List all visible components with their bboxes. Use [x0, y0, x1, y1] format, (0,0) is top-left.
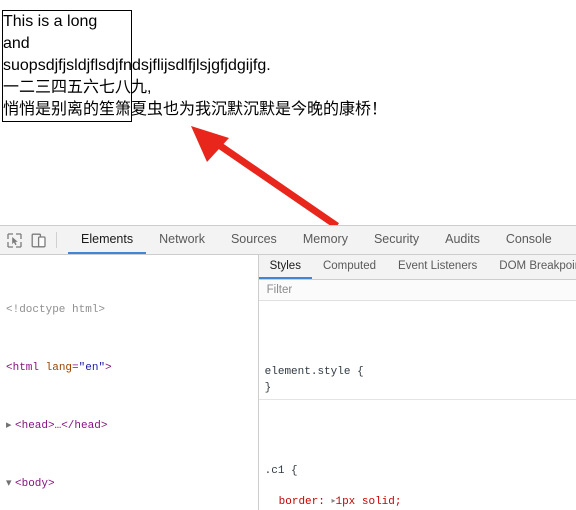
- rendered-page-viewport: This is a long and suopsdjfjsldjflsdjfnd…: [0, 0, 576, 229]
- css-selector[interactable]: .c1: [265, 465, 285, 477]
- html-attr-value: "en": [78, 361, 106, 374]
- dom-row-doctype[interactable]: <!doctype html>: [0, 303, 258, 318]
- body-tag: <body>: [15, 477, 55, 490]
- tab-label: Console: [505, 232, 552, 246]
- tab-sources[interactable]: Sources: [218, 226, 290, 254]
- c1-text-line: suopsdjfjsldjflsdjfndsjflijsdlfjlsjgfjdg…: [3, 57, 271, 74]
- css-rule-element-style[interactable]: element.style {}: [258, 363, 576, 400]
- tab-console[interactable]: Console: [493, 226, 565, 254]
- annotation-arrow-to-box-icon: [191, 126, 339, 229]
- tab-label: Computed: [322, 260, 377, 272]
- dom-tree: <!doctype html> <html lang="en"> ▸ <head>…: [0, 255, 258, 510]
- tab-network[interactable]: Network: [146, 226, 218, 254]
- css-rules-list: element.style {} .c1 { border: ▸1px soli…: [258, 301, 576, 510]
- styles-filter-bar[interactable]: [258, 280, 576, 301]
- tab-elements[interactable]: Elements: [68, 226, 147, 254]
- dom-tree-pane[interactable]: <!doctype html> <html lang="en"> ▸ <head>…: [0, 255, 258, 510]
- toolbar-divider: [56, 232, 57, 248]
- tab-audits[interactable]: Audits: [432, 226, 493, 254]
- tab-event-listeners[interactable]: Event Listeners: [387, 255, 488, 279]
- dom-row-html[interactable]: <html lang="en">: [0, 361, 258, 376]
- device-toolbar-icon[interactable]: [30, 232, 47, 249]
- styles-tabbar: Styles Computed Event Listeners DOM Brea…: [258, 255, 576, 280]
- html-tag: <html: [6, 361, 40, 374]
- c1-div-box: This is a long and suopsdjfjsldjflsdjfnd…: [2, 10, 387, 122]
- tab-label: Memory: [302, 232, 348, 246]
- expand-shorthand-icon[interactable]: ▸: [331, 494, 335, 510]
- tab-label: Event Listeners: [398, 260, 478, 272]
- tab-label: Elements: [81, 232, 134, 246]
- devtools-main-toolbar: Elements Network Sources Memory Security…: [0, 226, 576, 255]
- tab-label: Network: [159, 232, 205, 246]
- chevron-down-icon[interactable]: ▾: [6, 477, 15, 492]
- tab-styles[interactable]: Styles: [258, 255, 312, 279]
- tab-label: Audits: [445, 232, 480, 246]
- dom-row-body[interactable]: ▾ <body>: [0, 477, 258, 492]
- head-tag: <head>…</head>: [15, 419, 108, 432]
- tab-label: DOM Breakpoints: [499, 260, 576, 272]
- styles-filter-input[interactable]: [266, 284, 447, 296]
- css-selector[interactable]: element.style: [265, 366, 351, 378]
- tab-performance[interactable]: Performance: [565, 226, 576, 254]
- doctype-text: <!doctype html>: [6, 303, 106, 316]
- c1-text-line: 一二三四五六七八九,: [3, 79, 152, 96]
- chevron-right-icon[interactable]: ▸: [6, 419, 15, 434]
- tab-memory[interactable]: Memory: [290, 226, 361, 254]
- html-tag-close: >: [105, 361, 112, 374]
- tab-security[interactable]: Security: [361, 226, 432, 254]
- tab-dom-breakpoints[interactable]: DOM Breakpoints: [488, 255, 576, 279]
- devtools-window: Elements Network Sources Memory Security…: [0, 225, 576, 510]
- tab-label: Security: [373, 232, 420, 246]
- styles-pane: Styles Computed Event Listeners DOM Brea…: [258, 255, 576, 510]
- tab-computed[interactable]: Computed: [312, 255, 387, 279]
- css-rule-c1[interactable]: .c1 { border: ▸1px solid; width: 8em; ov…: [259, 462, 576, 510]
- devtools-toolbar-icons: [0, 226, 68, 254]
- c1-text-line: 悄悄是别离的笙箫夏虫也为我沉默沉默是今晚的康桥！: [3, 101, 388, 118]
- c1-text-line: This is a long: [3, 13, 98, 30]
- html-attr-name: lang: [45, 361, 73, 374]
- devtools-panes: <!doctype html> <html lang="en"> ▸ <head>…: [0, 255, 576, 510]
- tab-label: Styles: [269, 260, 301, 272]
- dom-row-head[interactable]: ▸ <head>…</head>: [0, 419, 258, 434]
- inspect-element-icon[interactable]: [6, 232, 23, 249]
- css-declaration-border[interactable]: border: ▸1px solid;: [265, 495, 576, 510]
- tab-label: Sources: [230, 232, 277, 246]
- c1-text-line: and: [3, 35, 30, 52]
